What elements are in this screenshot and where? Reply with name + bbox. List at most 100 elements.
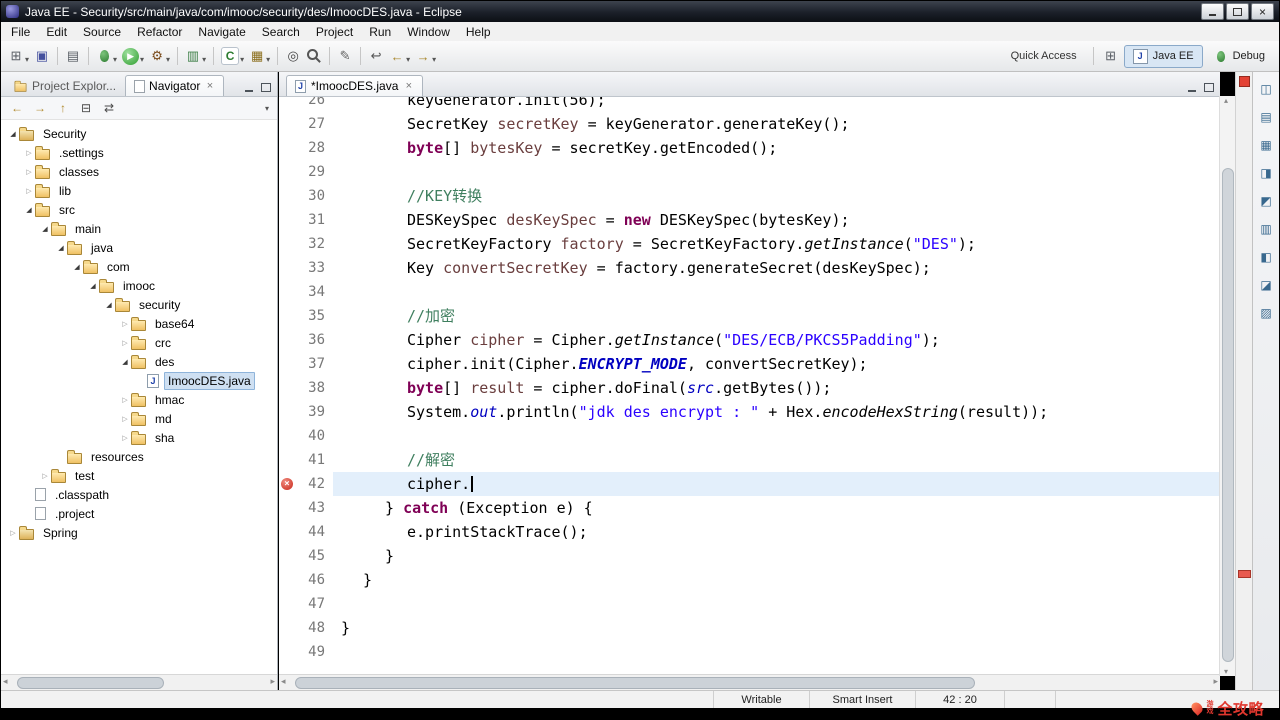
forward-icon[interactable]: → bbox=[413, 46, 433, 66]
line-number[interactable]: 36 bbox=[295, 328, 333, 352]
dropdown-caret-icon[interactable]: ▾ bbox=[202, 55, 206, 64]
scrollbar-thumb[interactable] bbox=[295, 677, 975, 689]
code-line-29[interactable]: 29 bbox=[279, 160, 1220, 184]
code-text[interactable]: } bbox=[333, 544, 1220, 568]
collapse-arrow-icon[interactable]: ◢ bbox=[87, 282, 99, 290]
maximize-window-button[interactable] bbox=[1226, 3, 1249, 20]
minimized-view-4-icon[interactable]: ◩ bbox=[1257, 192, 1275, 210]
collapse-arrow-icon[interactable]: ◢ bbox=[23, 206, 35, 214]
line-number[interactable]: 49 bbox=[295, 640, 333, 664]
code-line-47[interactable]: 47 bbox=[279, 592, 1220, 616]
code-text[interactable] bbox=[333, 280, 1220, 304]
code-text[interactable]: SecretKeyFactory factory = SecretKeyFact… bbox=[333, 232, 1220, 256]
line-number[interactable]: 37 bbox=[295, 352, 333, 376]
code-text[interactable]: byte[] result = cipher.doFinal(src.getBy… bbox=[333, 376, 1220, 400]
minimized-view-8-icon[interactable]: ▨ bbox=[1257, 304, 1275, 322]
restore-minimized-views-icon[interactable]: ◫ bbox=[1257, 80, 1275, 98]
minimized-view-3-icon[interactable]: ◨ bbox=[1257, 164, 1275, 182]
menu-item-run[interactable]: Run bbox=[361, 23, 399, 41]
mark-occurrences-icon[interactable]: ✎ bbox=[335, 46, 355, 66]
collapse-arrow-icon[interactable]: ◢ bbox=[7, 130, 19, 138]
code-text[interactable]: byte[] bytesKey = secretKey.getEncoded()… bbox=[333, 136, 1220, 160]
perspective-debug-button[interactable]: Debug bbox=[1206, 46, 1274, 67]
tree-item-crc[interactable]: ▷crc bbox=[1, 333, 277, 352]
last-edit-location-icon[interactable]: ↩ bbox=[366, 46, 386, 66]
new-java-package-icon[interactable]: ▦ bbox=[247, 46, 267, 66]
close-window-button[interactable] bbox=[1251, 3, 1274, 20]
forward-icon[interactable]: → bbox=[32, 100, 48, 116]
print-icon[interactable]: ▤ bbox=[63, 46, 83, 66]
tree-item-classes[interactable]: ▷classes bbox=[1, 162, 277, 181]
minimize-view-icon[interactable] bbox=[243, 82, 254, 92]
code-text[interactable]: } bbox=[333, 568, 1220, 592]
line-number[interactable]: 44 bbox=[295, 520, 333, 544]
code-line-33[interactable]: 33Key convertSecretKey = factory.generat… bbox=[279, 256, 1220, 280]
code-text[interactable] bbox=[333, 592, 1220, 616]
dropdown-caret-icon[interactable]: ▾ bbox=[432, 55, 436, 64]
code-text[interactable]: } catch (Exception e) { bbox=[333, 496, 1220, 520]
menu-item-search[interactable]: Search bbox=[254, 23, 308, 41]
line-number[interactable]: 29 bbox=[295, 160, 333, 184]
tree-item-hmac[interactable]: ▷hmac bbox=[1, 390, 277, 409]
quick-access-button[interactable]: Quick Access bbox=[1002, 50, 1086, 62]
tree-item-base64[interactable]: ▷base64 bbox=[1, 314, 277, 333]
code-text[interactable] bbox=[333, 424, 1220, 448]
code-line-46[interactable]: 46} bbox=[279, 568, 1220, 592]
code-text[interactable]: System.out.println("jdk des encrypt : " … bbox=[333, 400, 1220, 424]
line-number[interactable]: 35 bbox=[295, 304, 333, 328]
line-number[interactable]: 30 bbox=[295, 184, 333, 208]
dropdown-caret-icon[interactable]: ▾ bbox=[266, 55, 270, 64]
tree-item-spring[interactable]: ▷Spring bbox=[1, 523, 277, 542]
line-number[interactable]: 40 bbox=[295, 424, 333, 448]
expand-arrow-icon[interactable]: ▷ bbox=[23, 168, 35, 176]
close-tab-icon[interactable] bbox=[403, 81, 414, 92]
code-line-45[interactable]: 45} bbox=[279, 544, 1220, 568]
save-icon[interactable]: ▣ bbox=[32, 46, 52, 66]
menu-item-project[interactable]: Project bbox=[308, 23, 361, 41]
expand-arrow-icon[interactable]: ▷ bbox=[119, 415, 131, 423]
minimize-view-icon[interactable] bbox=[1186, 82, 1197, 92]
code-line-37[interactable]: 37cipher.init(Cipher.ENCRYPT_MODE, conve… bbox=[279, 352, 1220, 376]
back-icon[interactable]: ← bbox=[387, 46, 407, 66]
scrollbar-thumb[interactable] bbox=[17, 677, 164, 689]
tab-imoocdes-java[interactable]: J *ImoocDES.java bbox=[286, 75, 423, 96]
search-icon[interactable] bbox=[304, 46, 324, 66]
tree-item-main[interactable]: ◢main bbox=[1, 219, 277, 238]
tree-item-md[interactable]: ▷md bbox=[1, 409, 277, 428]
code-text[interactable] bbox=[333, 160, 1220, 184]
tree-item-lib[interactable]: ▷lib bbox=[1, 181, 277, 200]
code-line-38[interactable]: 38byte[] result = cipher.doFinal(src.get… bbox=[279, 376, 1220, 400]
expand-arrow-icon[interactable]: ▷ bbox=[7, 529, 19, 537]
code-line-30[interactable]: 30//KEY转换 bbox=[279, 184, 1220, 208]
tree-item-imooc[interactable]: ◢imooc bbox=[1, 276, 277, 295]
line-number[interactable]: 32 bbox=[295, 232, 333, 256]
tree-item-sha[interactable]: ▷sha bbox=[1, 428, 277, 447]
line-number[interactable]: 43 bbox=[295, 496, 333, 520]
code-line-39[interactable]: 39System.out.println("jdk des encrypt : … bbox=[279, 400, 1220, 424]
code-line-40[interactable]: 40 bbox=[279, 424, 1220, 448]
minimize-window-button[interactable] bbox=[1201, 3, 1224, 20]
minimized-view-5-icon[interactable]: ▥ bbox=[1257, 220, 1275, 238]
line-number[interactable]: 31 bbox=[295, 208, 333, 232]
expand-arrow-icon[interactable]: ▷ bbox=[119, 339, 131, 347]
code-editor[interactable]: 26keyGenerator.init(56);27SecretKey secr… bbox=[279, 97, 1220, 674]
code-line-41[interactable]: 41//解密 bbox=[279, 448, 1220, 472]
dropdown-caret-icon[interactable]: ▾ bbox=[406, 55, 410, 64]
minimized-view-6-icon[interactable]: ◧ bbox=[1257, 248, 1275, 266]
code-text[interactable]: DESKeySpec desKeySpec = new DESKeySpec(b… bbox=[333, 208, 1220, 232]
tree-item-classpath[interactable]: .classpath bbox=[1, 485, 277, 504]
expand-arrow-icon[interactable]: ▷ bbox=[39, 472, 51, 480]
line-number[interactable]: 41 bbox=[295, 448, 333, 472]
minimized-view-7-icon[interactable]: ◪ bbox=[1257, 276, 1275, 294]
line-number[interactable]: 27 bbox=[295, 112, 333, 136]
code-line-32[interactable]: 32SecretKeyFactory factory = SecretKeyFa… bbox=[279, 232, 1220, 256]
code-text[interactable]: //KEY转换 bbox=[333, 184, 1220, 208]
code-text[interactable]: Key convertSecretKey = factory.generateS… bbox=[333, 256, 1220, 280]
code-text[interactable]: } bbox=[333, 616, 1220, 640]
collapse-arrow-icon[interactable]: ◢ bbox=[103, 301, 115, 309]
code-line-26[interactable]: 26keyGenerator.init(56); bbox=[279, 97, 1220, 112]
code-text[interactable]: //加密 bbox=[333, 304, 1220, 328]
line-number[interactable]: 38 bbox=[295, 376, 333, 400]
code-text[interactable] bbox=[333, 640, 1220, 664]
close-tab-icon[interactable] bbox=[204, 81, 215, 92]
